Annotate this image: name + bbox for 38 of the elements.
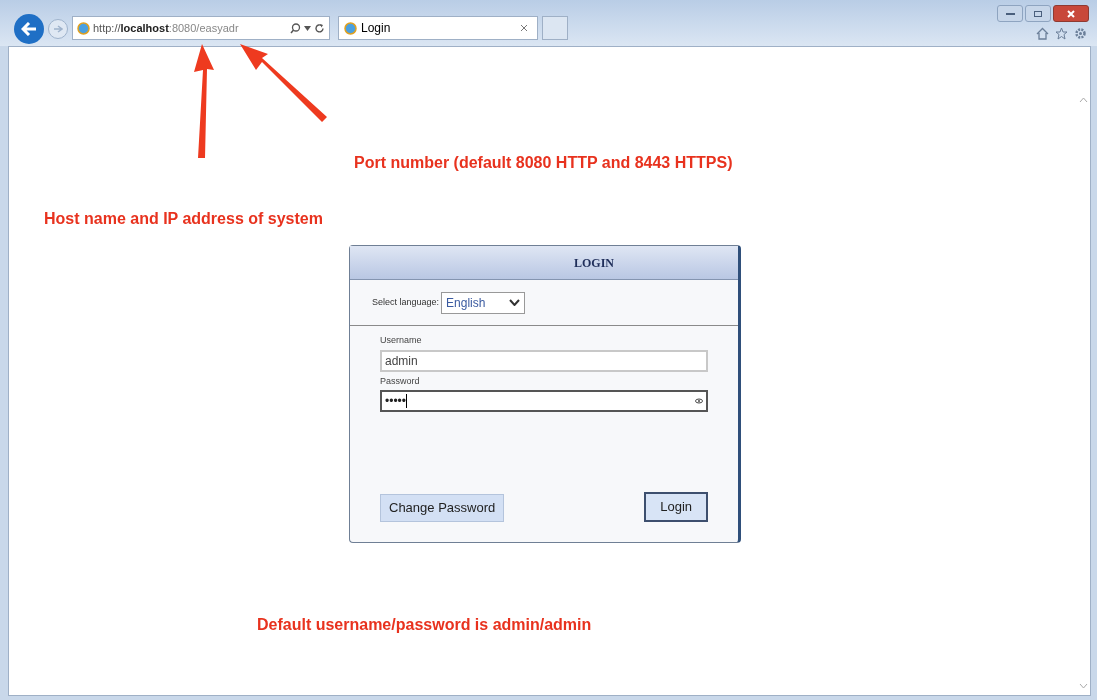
password-label: Password (380, 374, 421, 388)
new-tab-button[interactable] (542, 16, 568, 40)
reveal-icon[interactable] (695, 398, 703, 404)
password-field[interactable]: ••••• (380, 390, 708, 412)
globe-icon (344, 21, 357, 35)
dropdown-caret-icon (304, 25, 311, 31)
back-arrow-icon (21, 22, 37, 36)
login-header: LOGIN (350, 246, 738, 280)
url-text: http://localhost:8080/easyadr (93, 20, 239, 36)
close-icon (1067, 9, 1075, 18)
star-icon[interactable] (1055, 27, 1068, 40)
browser-tab[interactable]: Login (338, 16, 538, 40)
search-icon (290, 22, 301, 34)
annotation-text: Host name and IP address of system (44, 209, 323, 229)
tab-title: Login (361, 20, 391, 37)
back-button[interactable] (14, 14, 44, 44)
home-icon[interactable] (1036, 27, 1049, 40)
scroll-down-icon[interactable] (1079, 683, 1088, 689)
forward-button[interactable] (48, 19, 68, 39)
minimize-button[interactable] (997, 5, 1023, 22)
username-label: Username (380, 334, 423, 347)
login-button[interactable]: Login (644, 492, 708, 522)
close-icon[interactable] (520, 24, 528, 32)
change-password-button[interactable]: Change Password (380, 494, 505, 522)
language-select[interactable]: English (441, 291, 526, 314)
annotation-text: Default username/password is admin/admin (257, 615, 592, 635)
language-label: Select language: (372, 295, 440, 309)
address-bar[interactable]: http://localhost:8080/easyadr (72, 16, 330, 40)
scroll-up-icon[interactable] (1079, 97, 1088, 103)
refresh-icon (314, 22, 325, 34)
maximize-button[interactable] (1025, 5, 1051, 22)
username-field[interactable]: admin (380, 349, 708, 372)
forward-arrow-icon (53, 25, 63, 33)
globe-icon (77, 21, 90, 35)
close-window-button[interactable] (1053, 5, 1089, 22)
settings-icon[interactable] (1074, 27, 1087, 40)
chevron-down-icon (509, 299, 521, 306)
annotation-text: Port number (default 8080 HTTP and 8443 HTTPS) (354, 153, 733, 173)
